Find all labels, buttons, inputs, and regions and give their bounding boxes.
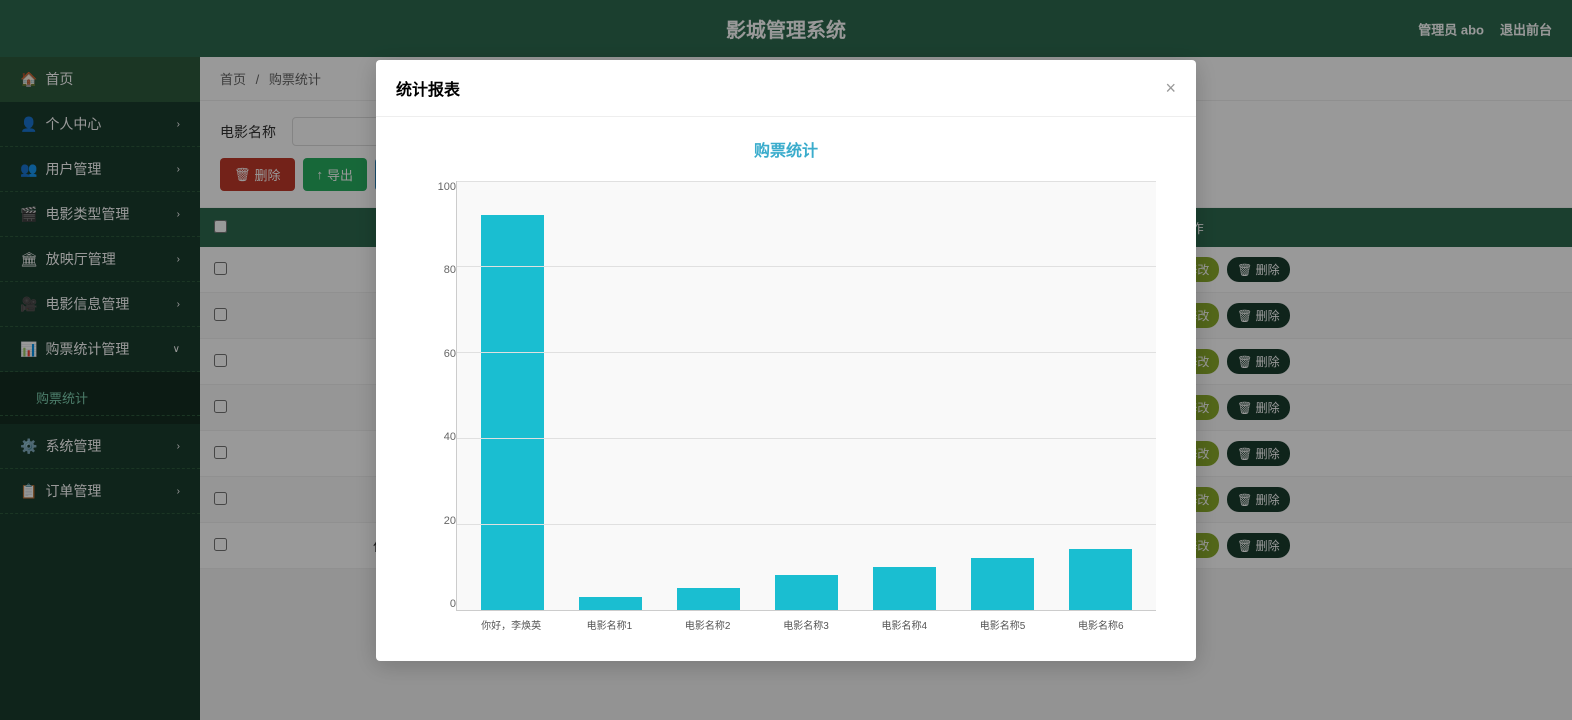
- modal-title: 统计报表: [396, 76, 460, 100]
- y-tick-80: 80: [416, 264, 456, 276]
- bar-group-4: [860, 181, 950, 610]
- bar-1: [579, 597, 642, 610]
- modal-close-button[interactable]: ×: [1165, 79, 1176, 97]
- x-label-5: 电影名称5: [957, 613, 1047, 632]
- bar-group-2: [663, 181, 753, 610]
- modal-header: 统计报表 ×: [376, 60, 1196, 117]
- chart-title: 购票统计: [396, 137, 1176, 161]
- y-axis: 0 20 40 60 80 100: [416, 181, 456, 611]
- x-label-3: 电影名称3: [761, 613, 851, 632]
- x-axis-labels: 你好，李焕英电影名称1 电影名称2 电影名称3 电影名称4 电影名称5 电影名称6: [456, 613, 1156, 641]
- bar-group-0: [467, 181, 557, 610]
- modal: 统计报表 × 购票统计 0 20 40 60 80 100: [376, 60, 1196, 661]
- y-tick-100: 100: [416, 181, 456, 193]
- grid-line-20: [457, 524, 1156, 525]
- bar-5: [971, 558, 1034, 609]
- x-label-1: 电影名称1: [564, 613, 654, 632]
- grid-line-80: [457, 266, 1156, 267]
- bar-group-6: [1056, 181, 1146, 610]
- y-tick-60: 60: [416, 348, 456, 360]
- bar-group-3: [761, 181, 851, 610]
- x-label-4: 电影名称4: [859, 613, 949, 632]
- bars-container: [457, 181, 1156, 610]
- bar-4: [873, 567, 936, 610]
- grid-line-60: [457, 352, 1156, 353]
- bar-group-5: [958, 181, 1048, 610]
- x-label-0: 你好，李焕英: [466, 613, 556, 632]
- modal-body: 购票统计 0 20 40 60 80 100: [376, 117, 1196, 661]
- grid-line-40: [457, 438, 1156, 439]
- x-label-6: 电影名称6: [1056, 613, 1146, 632]
- chart-wrapper: 0 20 40 60 80 100: [396, 181, 1176, 641]
- y-tick-20: 20: [416, 515, 456, 527]
- modal-overlay[interactable]: 统计报表 × 购票统计 0 20 40 60 80 100: [0, 0, 1572, 720]
- bar-group-1: [565, 181, 655, 610]
- bar-6: [1069, 549, 1132, 609]
- x-label-2: 电影名称2: [663, 613, 753, 632]
- y-tick-0: 0: [416, 598, 456, 610]
- bar-0: [481, 215, 544, 610]
- bar-2: [677, 588, 740, 609]
- chart-plot-area: [456, 181, 1156, 611]
- grid-line-100: [457, 181, 1156, 182]
- bar-3: [775, 575, 838, 609]
- y-tick-40: 40: [416, 431, 456, 443]
